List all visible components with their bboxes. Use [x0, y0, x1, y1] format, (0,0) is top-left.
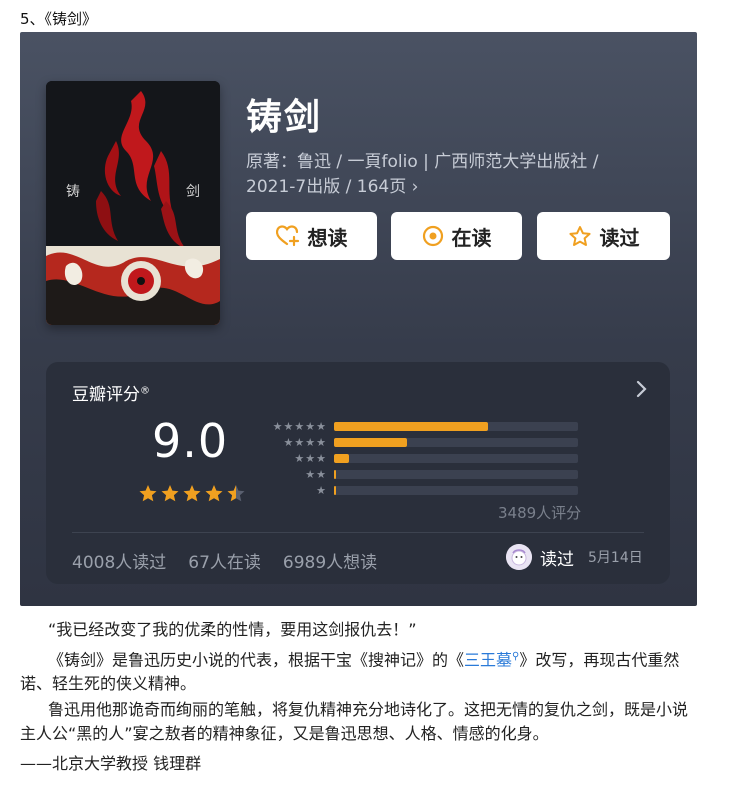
small-star-icon: ★ — [294, 435, 305, 449]
rating-panel[interactable]: 豆瓣评分® 9.0 ★ ★ ★ ★ ★ ★ ★ ★ ★ ★ ★ ★ ★ ★ ★ 3489人评分 4008人读… — [46, 362, 670, 584]
bar-star-label: ★ ★ — [262, 468, 326, 481]
star-icon — [161, 485, 179, 502]
registered-mark: ® — [140, 385, 150, 397]
avatar — [506, 544, 532, 570]
rating-score: 9.0 — [152, 414, 229, 468]
user-read-status: 读过 — [540, 549, 574, 570]
rating-bar-row: ★ ★ — [262, 466, 578, 482]
book-cover[interactable]: 铸 剑 — [46, 81, 220, 325]
small-star-icon: ★ — [305, 435, 316, 449]
small-star-icon: ★ — [294, 451, 305, 465]
rating-distribution: ★ ★ ★ ★ ★ ★ ★ ★ ★ ★ ★ ★ ★ ★ ★ — [262, 418, 578, 498]
read-label: 读过 — [599, 225, 640, 250]
bar-star-label: ★ ★ ★ ★ ★ — [262, 420, 326, 433]
rating-bar-fill — [334, 421, 488, 431]
want-to-read-label: 想读 — [307, 225, 348, 250]
stat-read[interactable]: 4008人读过 — [72, 548, 166, 573]
chevron-right-icon[interactable] — [636, 380, 648, 402]
small-star-icon: ★ — [305, 467, 316, 481]
star-icon — [183, 485, 201, 502]
small-star-icon: ★ — [316, 435, 326, 449]
attribution: ——北京大学教授 钱理群 — [20, 754, 202, 773]
bar-star-label: ★ ★ ★ — [262, 452, 326, 465]
divider — [72, 532, 644, 533]
rating-bar-track — [334, 469, 578, 479]
stat-want[interactable]: 6989人想读 — [283, 548, 377, 573]
small-star-icon: ★ — [305, 419, 316, 433]
rating-bar-track — [334, 453, 578, 463]
rating-bar-fill — [334, 485, 336, 495]
cover-title-right: 剑 — [186, 184, 200, 200]
section-title: 5、《铸剑》 — [20, 10, 98, 28]
rating-bar-track — [334, 437, 578, 447]
star-outline-icon — [568, 225, 592, 248]
want-to-read-button[interactable]: 想读 — [246, 212, 377, 260]
rating-bar-fill — [334, 437, 408, 447]
quote-paragraph: “我已经改变了我的优柔的性情，要用这剑报仇去！” — [48, 620, 417, 639]
reading-label: 在读 — [451, 225, 492, 250]
small-star-icon: ★ — [305, 451, 316, 465]
intro-text-a: 《铸剑》是鲁迅历史小说的代表，根据干宝《搜神记》的《 — [48, 650, 465, 670]
rating-header: 豆瓣评分® — [72, 380, 150, 405]
star-icon — [139, 485, 157, 502]
rating-bar-row: ★ — [262, 482, 578, 498]
small-star-icon: ★ — [316, 467, 326, 481]
user-status[interactable]: 读过 5月14日 — [506, 544, 643, 570]
bar-star-label: ★ ★ ★ ★ — [262, 435, 327, 449]
reader-stats: 4008人读过 67人在读 6989人想读 — [72, 548, 377, 573]
small-star-icon: ★ — [316, 451, 326, 465]
small-star-icon: ★ — [316, 419, 326, 433]
small-star-icon: ★ — [283, 419, 294, 433]
intro-paragraph: 《铸剑》是鲁迅历史小说的代表，根据干宝《搜神记》的《三王墓⚲》改写，再现古代重然… — [20, 645, 700, 696]
small-star-icon: ★ — [316, 483, 326, 497]
small-star-icon: ★ — [294, 419, 305, 433]
rating-bar-track — [334, 485, 578, 495]
rating-bar-row: ★ ★ ★ ★ ★ — [262, 418, 578, 434]
rating-bar-fill — [334, 469, 336, 479]
book-meta[interactable]: 原著：鲁迅 / 一頁folio | 广西师范大学出版社 / 2021-7出版 /… — [246, 150, 666, 200]
small-star-icon: ★ — [283, 435, 294, 449]
rating-bar-row: ★ ★ ★ ★ — [262, 434, 578, 450]
target-circle-icon — [422, 225, 444, 247]
reading-button[interactable]: 在读 — [391, 212, 522, 260]
rating-stars — [138, 484, 246, 503]
sanwangmu-link[interactable]: 三王墓 — [464, 650, 512, 669]
user-read-date: 5月14日 — [588, 550, 643, 566]
cover-title-left: 铸 — [66, 184, 80, 200]
rating-bar-track — [334, 421, 578, 431]
commentary-paragraph: 鲁迅用他那诡奇而绚丽的笔触，将复仇精神充分地诗化了。这把无情的复仇之剑，既是小说… — [20, 700, 689, 743]
book-card: 铸 剑 铸剑 原著：鲁迅 / 一頁folio | 广西师范大学出版社 / 202… — [20, 32, 697, 606]
rating-bar-fill — [334, 453, 349, 463]
rating-bar-row: ★ ★ ★ — [262, 450, 578, 466]
stat-reading[interactable]: 67人在读 — [188, 548, 261, 573]
star-icon — [227, 485, 245, 502]
book-meta-line1: 原著：鲁迅 / 一頁folio | 广西师范大学出版社 / — [246, 152, 599, 172]
bar-star-label: ★ — [262, 484, 326, 497]
small-star-icon: ★ — [272, 419, 283, 433]
book-title: 铸剑 — [246, 97, 323, 138]
heart-plus-icon — [275, 225, 300, 247]
rating-header-text: 豆瓣评分 — [72, 385, 140, 405]
star-icon — [205, 485, 223, 502]
book-meta-line2: 2021-7出版 / 164页 › — [246, 177, 419, 197]
read-button[interactable]: 读过 — [537, 212, 670, 260]
rating-count: 3489人评分 — [498, 504, 582, 522]
